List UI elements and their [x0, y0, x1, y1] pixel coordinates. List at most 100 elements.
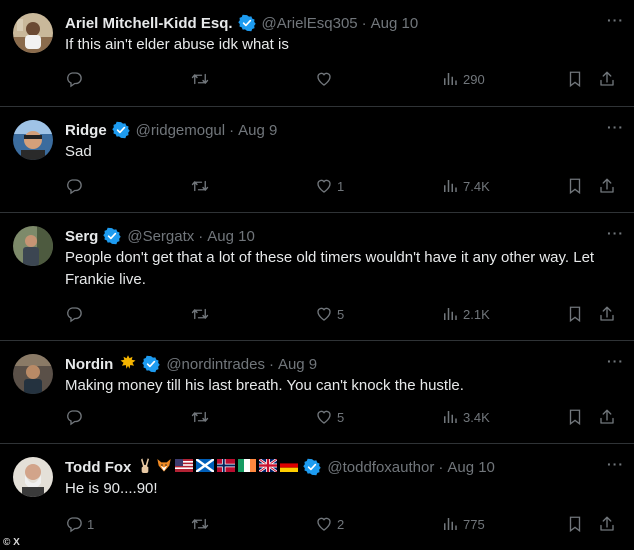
eagle-emblem-icon — [119, 353, 137, 375]
copyright-watermark: © X — [3, 537, 20, 548]
view-count: 290 — [463, 71, 485, 87]
views-button[interactable]: 3.4K — [441, 408, 490, 426]
victory-hand-icon — [137, 457, 153, 477]
views-chart-icon — [441, 70, 459, 88]
reply-icon — [65, 70, 83, 88]
share-button[interactable] — [598, 177, 616, 195]
share-button[interactable] — [598, 408, 616, 426]
retweet-button[interactable] — [190, 70, 214, 88]
bookmark-button[interactable] — [566, 515, 584, 533]
tweet-date[interactable]: Aug 10 — [371, 15, 419, 32]
share-button[interactable] — [598, 515, 616, 533]
bookmark-button[interactable] — [566, 177, 584, 195]
views-chart-icon — [441, 177, 459, 195]
retweet-icon — [190, 305, 210, 323]
share-icon — [598, 408, 616, 426]
tweet-header: Todd Fox @toddfoxauthor · Aug 10 — [65, 456, 624, 478]
bookmark-button[interactable] — [566, 305, 584, 323]
like-button[interactable] — [315, 70, 337, 88]
tweet-content: Todd Fox @toddfoxauthor · Aug 10 He is 9… — [65, 456, 624, 500]
avatar[interactable] — [13, 354, 53, 394]
tweet[interactable]: Ariel Mitchell-Kidd Esq. @ArielEsq305 · … — [0, 0, 634, 107]
germany-flag-icon — [280, 458, 299, 476]
views-button[interactable]: 290 — [441, 70, 485, 88]
tweet-text: Sad — [65, 143, 92, 160]
name-emoji — [119, 353, 137, 375]
tweet-date[interactable]: Aug 10 — [447, 459, 495, 476]
reply-icon — [65, 515, 83, 533]
tweet-content: Nordin @nordintrades · Aug 9 Making mone… — [65, 353, 624, 397]
tweet[interactable]: Ridge @ridgemogul · Aug 9 Sad ··· 1 7.4K — [0, 107, 634, 213]
more-options-icon[interactable]: ··· — [607, 12, 624, 28]
views-button[interactable]: 7.4K — [441, 177, 490, 195]
views-button[interactable]: 775 — [441, 515, 485, 533]
views-button[interactable]: 2.1K — [441, 305, 490, 323]
tweet-actions: 290 — [0, 70, 634, 92]
more-options-icon[interactable]: ··· — [607, 456, 624, 472]
avatar[interactable] — [13, 226, 53, 266]
reply-button[interactable] — [65, 305, 87, 323]
reply-button[interactable] — [65, 408, 87, 426]
separator-dot: · — [198, 227, 204, 245]
retweet-button[interactable] — [190, 408, 214, 426]
heart-icon — [315, 305, 333, 323]
user-handle[interactable]: @toddfoxauthor — [327, 459, 434, 476]
retweet-button[interactable] — [190, 515, 214, 533]
user-handle[interactable]: @nordintrades — [166, 356, 265, 373]
like-button[interactable]: 1 — [315, 177, 344, 195]
avatar[interactable] — [13, 457, 53, 497]
tweet-text: If this ain't elder abuse idk what is — [65, 36, 289, 53]
reply-button[interactable] — [65, 70, 87, 88]
bookmark-button[interactable] — [566, 70, 584, 88]
reply-button[interactable]: 1 — [65, 515, 94, 533]
reply-icon — [65, 305, 83, 323]
bookmark-button[interactable] — [566, 408, 584, 426]
usa-flag-icon — [175, 458, 194, 476]
tweet-header: Ridge @ridgemogul · Aug 9 — [65, 119, 624, 141]
retweet-button[interactable] — [190, 177, 214, 195]
display-name[interactable]: Ariel Mitchell-Kidd Esq. — [65, 15, 233, 32]
reply-button[interactable] — [65, 177, 87, 195]
tweet-actions: 1 7.4K — [0, 177, 634, 199]
retweet-icon — [190, 408, 210, 426]
tweet-text: He is 90....90! — [65, 480, 158, 497]
like-button[interactable]: 2 — [315, 515, 344, 533]
verified-badge-icon — [103, 227, 122, 245]
retweet-icon — [190, 177, 210, 195]
user-handle[interactable]: @ridgemogul — [136, 122, 225, 139]
name-emoji — [137, 457, 299, 477]
tweet[interactable]: Serg @Sergatx · Aug 10 People don't get … — [0, 213, 634, 341]
views-chart-icon — [441, 305, 459, 323]
tweet[interactable]: Nordin @nordintrades · Aug 9 Making mone… — [0, 341, 634, 444]
like-button[interactable]: 5 — [315, 408, 344, 426]
bookmark-icon — [566, 408, 584, 426]
tweet-date[interactable]: Aug 9 — [278, 356, 317, 373]
user-handle[interactable]: @ArielEsq305 — [262, 15, 358, 32]
display-name[interactable]: Nordin — [65, 356, 113, 373]
share-button[interactable] — [598, 305, 616, 323]
more-options-icon[interactable]: ··· — [607, 119, 624, 135]
tweet-header: Serg @Sergatx · Aug 10 — [65, 225, 624, 247]
tweet[interactable]: Todd Fox @toddfoxauthor · Aug 10 He is 9… — [0, 444, 634, 550]
more-options-icon[interactable]: ··· — [607, 225, 624, 241]
view-count: 7.4K — [463, 178, 490, 194]
avatar[interactable] — [13, 13, 53, 53]
heart-icon — [315, 177, 333, 195]
like-count: 5 — [337, 306, 345, 322]
tweet-date[interactable]: Aug 9 — [238, 122, 277, 139]
reply-icon — [65, 408, 83, 426]
more-options-icon[interactable]: ··· — [607, 353, 624, 369]
tweet-date[interactable]: Aug 10 — [207, 228, 255, 245]
share-button[interactable] — [598, 70, 616, 88]
display-name[interactable]: Serg — [65, 228, 98, 245]
retweet-button[interactable] — [190, 305, 214, 323]
reply-count: 1 — [87, 516, 95, 532]
user-handle[interactable]: @Sergatx — [127, 228, 194, 245]
bookmark-icon — [566, 177, 584, 195]
tweet-actions: 5 3.4K — [0, 408, 634, 430]
views-chart-icon — [441, 515, 459, 533]
display-name[interactable]: Ridge — [65, 122, 107, 139]
like-button[interactable]: 5 — [315, 305, 344, 323]
display-name[interactable]: Todd Fox — [65, 459, 131, 476]
avatar[interactable] — [13, 120, 53, 160]
